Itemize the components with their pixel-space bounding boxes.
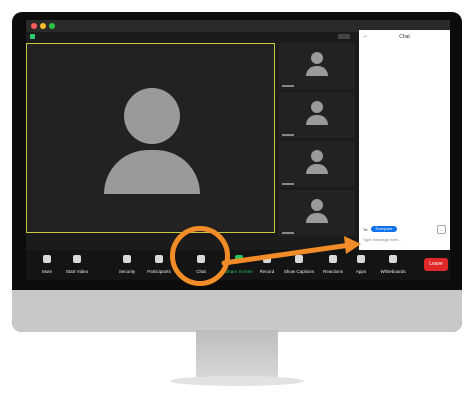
- annotation-arrow: [221, 236, 361, 266]
